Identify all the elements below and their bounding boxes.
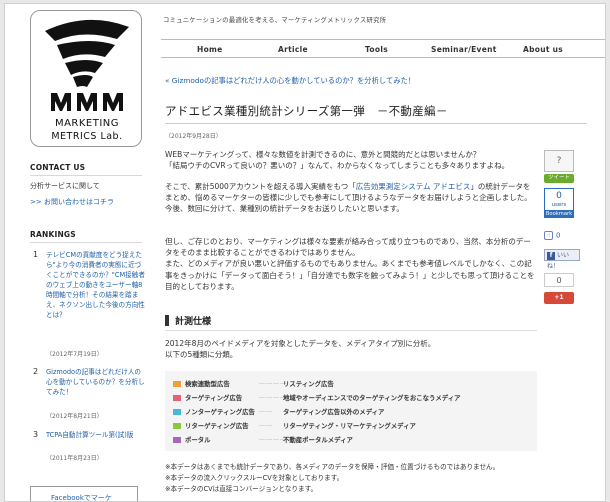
legend-description: 不動産ポータルメディア	[283, 436, 353, 444]
ranking-title-link[interactable]: TCPA自動計算ツール第(試)版	[46, 430, 146, 440]
facebook-widget-label: Facebookでマーケ	[51, 494, 112, 502]
legend-swatch	[173, 381, 181, 387]
hatena-bookmark-label: Bookmark	[544, 210, 574, 218]
paragraph-line: WEBマーケティングって、様々な数値を計測できるのに、意外と間競的だとは思いませ…	[165, 150, 481, 159]
divider	[165, 330, 537, 331]
note-line: ※本データはあくまでも統計データであり、各メディアのデータを保障・評価・位置づけ…	[165, 463, 500, 471]
paragraph-line: 以下の5種類に分類。	[165, 350, 238, 360]
logo-text-line2: METRICS Lab.	[51, 131, 123, 142]
contact-heading: CONTACT US	[30, 163, 86, 172]
legend-row: 検索連動型広告 ………… リスティング広告	[173, 379, 533, 389]
ranking-number: 2	[33, 367, 39, 376]
nav-home[interactable]: Home	[197, 45, 223, 54]
paragraph-line: 「結局ウチのCVRって良いの？悪いの？」なんて、わからなくなってしまうことも多々…	[165, 161, 510, 171]
facebook-icon: f	[547, 251, 555, 260]
sidebar: MARKETING METRICS Lab. CONTACT US 分析サービス…	[5, 4, 155, 501]
tweet-button[interactable]: ツイート	[544, 174, 574, 183]
nav-about-us[interactable]: About us	[523, 45, 563, 54]
paragraph-line: 但し、ご存じのとおり、マーケティングは様々な要素が絡み合って成り立つものであり、…	[165, 237, 531, 258]
spec-text: 2012年8月のペイドメディアを対象としたデータを、メディアタイプ別に分析。 以…	[165, 338, 537, 360]
article-paragraph-2: そこで、累計5000アカウントを超える導入実績をもつ「広告効果測定システム アド…	[165, 181, 537, 215]
legend-category: ノンターゲティング広告	[185, 408, 255, 416]
legend-description: リスティング広告	[283, 380, 334, 388]
main-nav: Home Article Tools Seminar/Event About u…	[161, 39, 605, 58]
paragraph-line: 2012年8月のペイドメディアを対象としたデータを、メディアタイプ別に分析。	[165, 339, 436, 348]
article-title: アドエビス業種別統計シリーズ第一弾 －不動産編－	[165, 104, 448, 118]
legend-swatch	[173, 395, 181, 401]
paragraph-line: 今後、数回に分けて、業種別の統計データをお送りしたいと思います。	[165, 204, 404, 214]
ranking-date: （2012年8月21日）	[46, 413, 103, 420]
legend-row: ノンターゲティング広告 …… ターゲティング広告以外のメディア	[173, 407, 533, 417]
nav-seminar-event[interactable]: Seminar/Event	[431, 45, 497, 54]
rankings-heading: RANKINGS	[30, 230, 76, 239]
site-logo[interactable]: MARKETING METRICS Lab.	[30, 10, 142, 147]
ranking-title-link[interactable]: テレビCMの貢献度をどう捉えたら"より今の消費者の実態に近づくことができるのか？…	[46, 250, 146, 320]
article-paragraph-1: WEBマーケティングって、様々な数値を計測できるのに、意外と間競的だとは思いませ…	[165, 149, 537, 171]
like-counter[interactable]: ☝ 0	[544, 231, 560, 240]
ranking-date: （2012年7月19日）	[46, 351, 103, 358]
ranking-number: 3	[33, 430, 39, 439]
legend-dots: ……	[259, 421, 273, 428]
adebis-link[interactable]: 広告効果測定システム アドエビス	[356, 182, 471, 191]
legend-swatch	[173, 437, 181, 443]
legend-category: 検索連動型広告	[185, 380, 230, 388]
legend-description: 地域やオーディエンスでのターゲティングをおこなうメディア	[283, 394, 461, 402]
like-count: 0	[556, 231, 561, 240]
previous-article-link[interactable]: « Gizmodoの記事はどれだけ人の心を動かしているのか？を分析してみた！	[165, 76, 415, 86]
legend-category: ポータル	[185, 436, 211, 444]
facebook-like-button[interactable]: f いいね！	[544, 249, 580, 270]
question-button[interactable]: ?	[544, 150, 574, 172]
gplus-button[interactable]: +1	[544, 292, 574, 304]
ranking-number: 1	[33, 250, 39, 259]
contact-item[interactable]: 分析サービスに関して	[30, 181, 100, 191]
hatena-count: 0	[556, 191, 562, 201]
article-notes: ※本データはあくまでも統計データであり、各メディアのデータを保障・評価・位置づけ…	[165, 462, 545, 495]
divider	[30, 242, 142, 243]
legend-swatch	[173, 409, 181, 415]
legend-row: ターゲティング広告 ………… 地域やオーディエンスでのターゲティングをおこなうメ…	[173, 393, 533, 403]
logo-funnel-icon	[45, 19, 129, 111]
page: MARKETING METRICS Lab. CONTACT US 分析サービス…	[4, 3, 606, 502]
hatena-bookmark-button[interactable]: 0 users Bookmark	[544, 188, 574, 218]
paragraph-line: また、どのメディアが良い悪いと評価するものでもありません。あくまでも参考値レベル…	[165, 259, 535, 291]
legend-description: ターゲティング広告以外のメディア	[283, 408, 385, 416]
legend-category: リターゲティング広告	[185, 422, 249, 430]
paragraph-text: そこで、累計5000アカウントを超える導入実績をもつ「	[165, 182, 356, 191]
gplus-count: 0	[544, 273, 574, 287]
legend-dots: ……	[259, 407, 273, 414]
note-line: ※本データの流入クリックスルーCVを対象としております。	[165, 474, 344, 482]
logo-text-line1: MARKETING	[54, 118, 120, 129]
divider	[30, 175, 142, 176]
section-title: 計測仕様	[175, 317, 212, 327]
legend-swatch	[173, 423, 181, 429]
legend-row: ポータル ………… 不動産ポータルメディア	[173, 435, 533, 445]
ranking-date: （2011年8月23日）	[46, 455, 103, 462]
contact-link[interactable]: >> お問い合わせはコチラ	[30, 197, 114, 207]
thumbs-up-icon: ☝	[544, 231, 553, 240]
ranking-title-link[interactable]: Gizmodoの記事はどれだけ人の心を動かしているのか？を分析してみた！	[46, 367, 146, 397]
nav-tools[interactable]: Tools	[365, 45, 388, 54]
nav-article[interactable]: Article	[278, 45, 308, 54]
note-line: ※本データのCVは直接コンバージョンとなります。	[165, 485, 318, 493]
facebook-widget[interactable]: Facebookでマーケ	[30, 486, 138, 502]
hatena-users-label: users	[551, 202, 567, 208]
site-tagline: コミュニケーションの最適化を考える、マーケティングメトリックス研究所	[163, 17, 387, 24]
legend-category: ターゲティング広告	[185, 394, 243, 402]
divider	[165, 123, 587, 124]
media-type-legend: 検索連動型広告 ………… リスティング広告 ターゲティング広告 ………… 地域や…	[165, 371, 537, 451]
section-marker	[165, 315, 169, 326]
article-paragraph-3: 但し、ご存じのとおり、マーケティングは様々な要素が絡み合って成り立つものであり、…	[165, 236, 537, 292]
legend-description: リターゲティング・リマーケティングメディア	[283, 422, 416, 430]
legend-row: リターゲティング広告 …… リターゲティング・リマーケティングメディア	[173, 421, 533, 431]
article-date: （2012年9月28日）	[165, 133, 222, 140]
